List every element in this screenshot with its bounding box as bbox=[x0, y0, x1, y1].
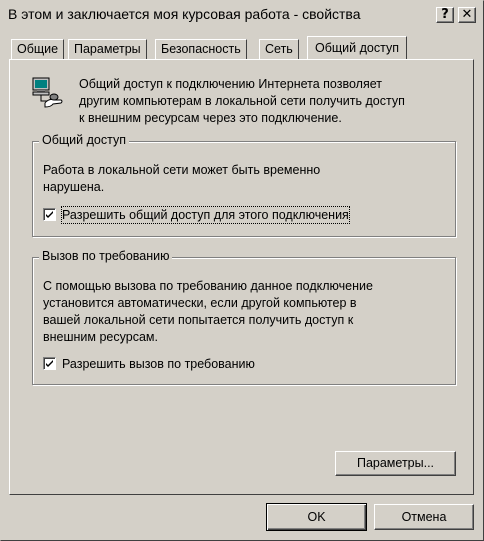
window-title: В этом и заключается моя курсовая работа… bbox=[8, 6, 361, 22]
help-icon: ? bbox=[441, 7, 449, 22]
on-demand-line: С помощью вызова по требованию данное по… bbox=[43, 279, 373, 293]
warning-line: Работа в локальной сети может быть време… bbox=[43, 163, 321, 177]
on-demand-line: внешним ресурсам. bbox=[43, 330, 158, 344]
sharing-groupbox: Общий доступ Работа в локальной сети мож… bbox=[32, 133, 456, 237]
warning-line: нарушена. bbox=[43, 180, 105, 194]
on-demand-line: вашей локальной сети попытается получить… bbox=[43, 313, 354, 327]
cancel-button-label: Отмена bbox=[401, 510, 447, 524]
title-bar[interactable]: В этом и заключается моя курсовая работа… bbox=[4, 4, 480, 26]
ok-button[interactable]: OK bbox=[266, 503, 367, 531]
tab-network[interactable]: Сеть bbox=[259, 39, 299, 59]
on-demand-description: С помощью вызова по требованию данное по… bbox=[43, 278, 373, 346]
description-line: к внешним ресурсам через это подключение… bbox=[79, 111, 342, 125]
properties-dialog: В этом и заключается моя курсовая работа… bbox=[0, 0, 484, 541]
sharing-group-title: Общий доступ bbox=[39, 133, 129, 147]
tab-security[interactable]: Безопасность bbox=[155, 39, 247, 59]
ok-button-label: OK bbox=[307, 510, 326, 524]
close-button[interactable]: ✕ bbox=[458, 7, 476, 23]
enable-sharing-label[interactable]: Разрешить общий доступ для этого подключ… bbox=[61, 206, 350, 224]
network-share-icon bbox=[32, 77, 63, 108]
sharing-tab-panel: Общий доступ к подключению Интернета поз… bbox=[9, 59, 474, 495]
tab-label: Общие bbox=[17, 42, 59, 56]
enable-on-demand-label[interactable]: Разрешить вызов по требованию bbox=[62, 356, 255, 372]
tab-options[interactable]: Параметры bbox=[68, 39, 147, 59]
enable-sharing-checkbox[interactable] bbox=[43, 208, 56, 221]
enable-on-demand-checkbox[interactable] bbox=[43, 357, 56, 370]
sharing-description: Общий доступ к подключению Интернета поз… bbox=[79, 76, 469, 127]
tab-sharing[interactable]: Общий доступ bbox=[307, 36, 407, 59]
checkmark-icon bbox=[46, 211, 53, 218]
description-line: Общий доступ к подключению Интернета поз… bbox=[79, 77, 382, 91]
settings-button[interactable]: Параметры... bbox=[335, 451, 456, 476]
close-icon: ✕ bbox=[461, 7, 473, 22]
tab-label: Сеть bbox=[265, 42, 293, 56]
cancel-button[interactable]: Отмена bbox=[374, 504, 474, 530]
settings-button-label: Параметры... bbox=[356, 456, 435, 470]
tab-general[interactable]: Общие bbox=[11, 39, 65, 59]
tab-label: Параметры bbox=[74, 42, 141, 56]
on-demand-groupbox: Вызов по требованию С помощью вызова по … bbox=[32, 249, 456, 385]
checkmark-icon bbox=[46, 360, 53, 367]
tab-label: Общий доступ bbox=[315, 41, 399, 55]
help-button[interactable]: ? bbox=[436, 7, 454, 23]
description-line: другим компьютерам в локальной сети полу… bbox=[79, 94, 405, 108]
on-demand-group-title: Вызов по требованию bbox=[39, 249, 173, 263]
tab-label: Безопасность bbox=[161, 42, 241, 56]
on-demand-line: установится автоматически, если другой к… bbox=[43, 296, 357, 310]
sharing-warning-text: Работа в локальной сети может быть време… bbox=[43, 162, 320, 196]
